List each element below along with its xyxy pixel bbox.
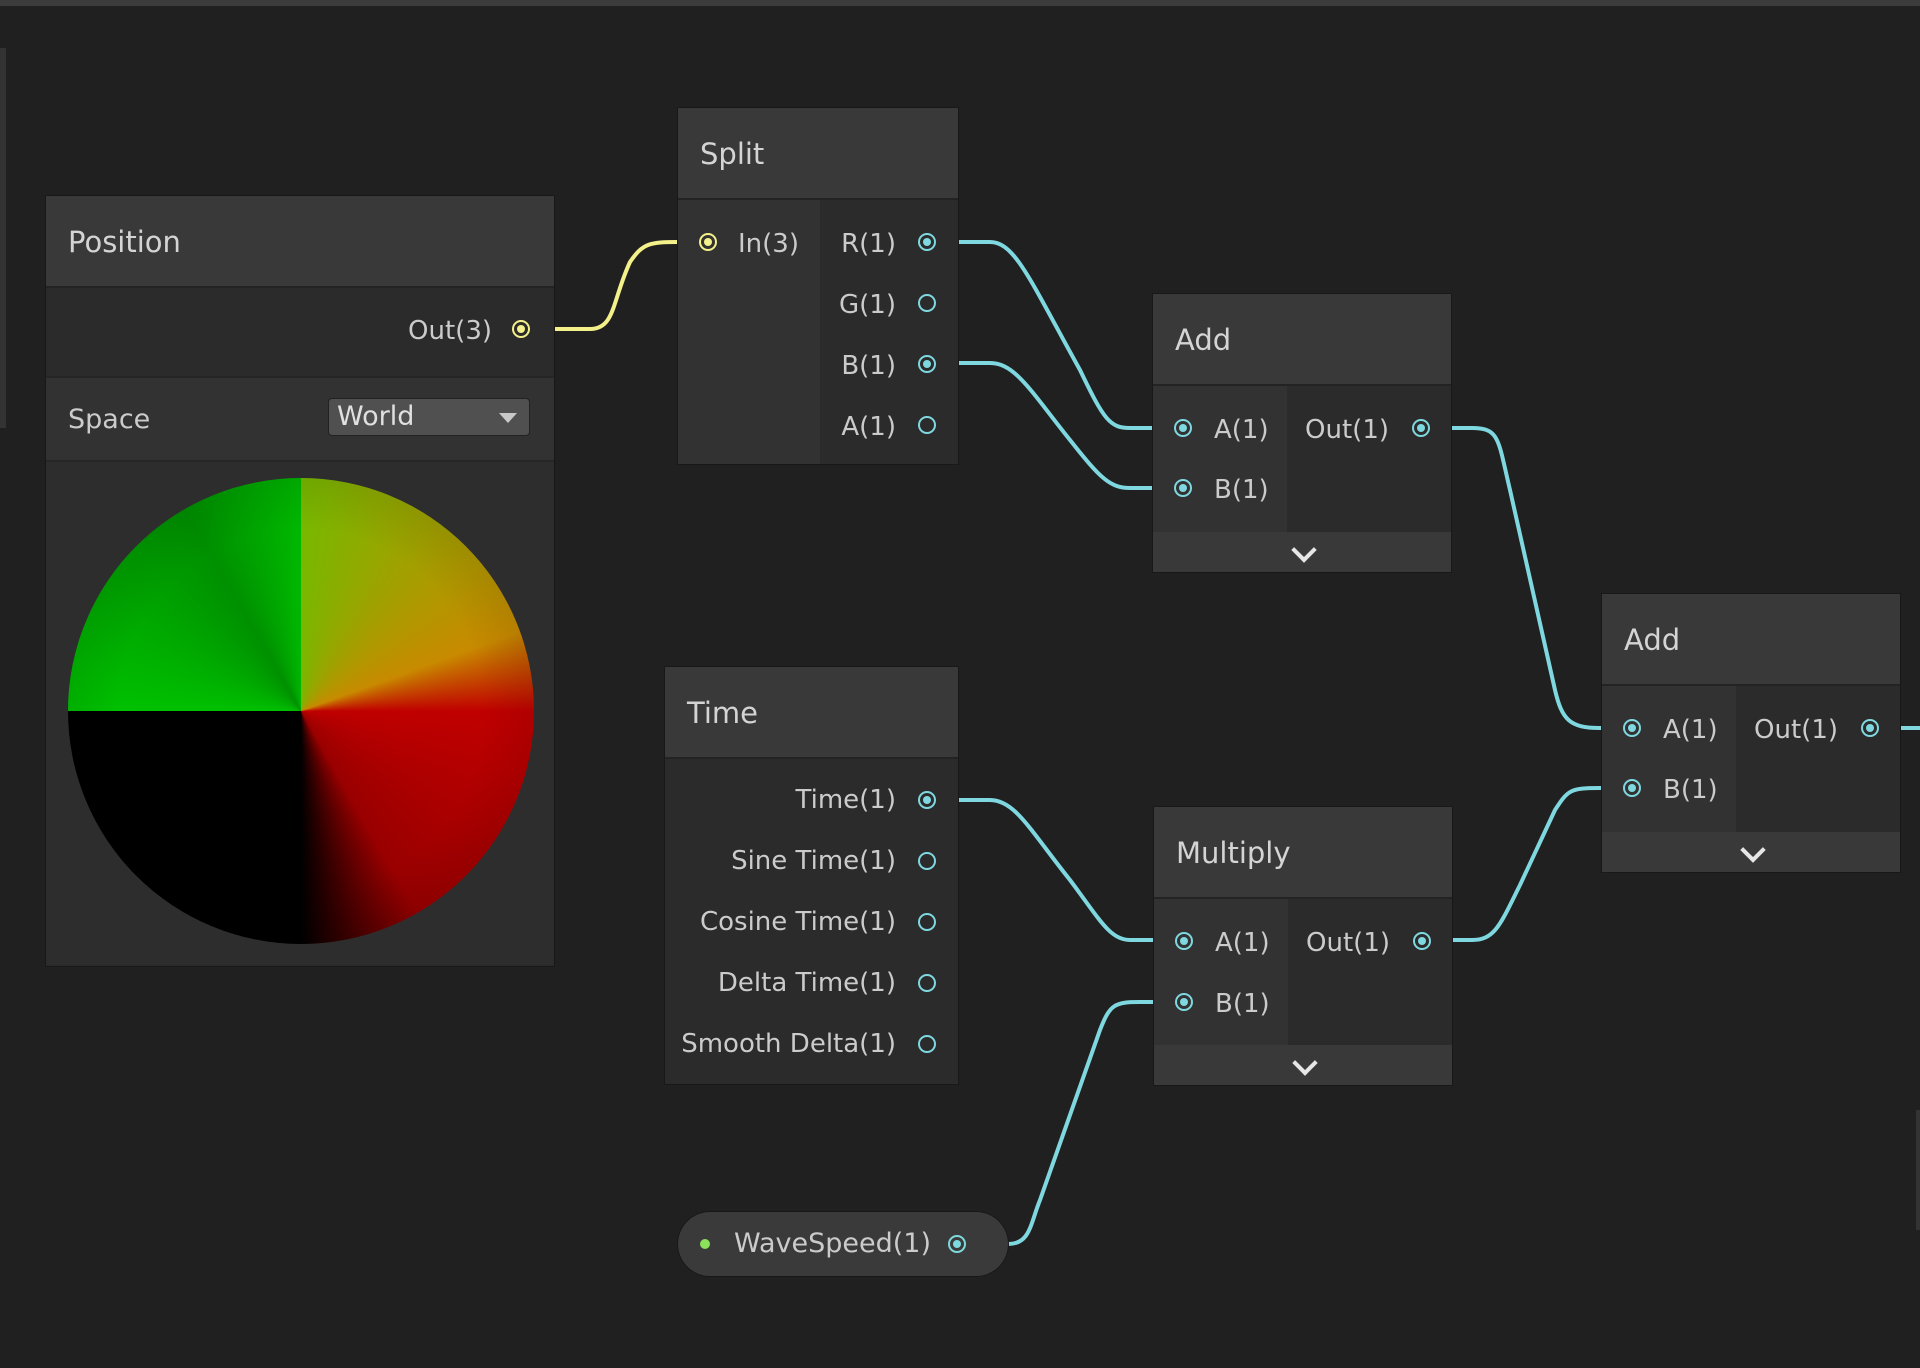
right-panel-edge [1916, 1110, 1920, 1230]
node-expand-footer[interactable] [1153, 532, 1451, 572]
output-port-smooth-delta[interactable] [918, 1035, 936, 1053]
input-port-a[interactable] [1623, 719, 1641, 737]
output-port-b[interactable] [918, 355, 936, 373]
chevron-down-icon [1291, 537, 1317, 563]
input-port-label-b: B(1) [1214, 475, 1269, 505]
output-port-label-r: R(1) [841, 229, 896, 259]
input-port-b[interactable] [1175, 993, 1193, 1011]
input-port-label-b: B(1) [1215, 989, 1270, 1019]
input-port-a[interactable] [1174, 419, 1192, 437]
output-port[interactable] [948, 1235, 966, 1253]
property-label: WaveSpeed(1) [734, 1228, 931, 1259]
preview-sphere [68, 478, 534, 944]
input-port-label-a: A(1) [1663, 715, 1718, 745]
output-port-label-delta-time: Delta Time(1) [717, 968, 896, 998]
space-dropdown-value: World [337, 401, 415, 432]
space-row: Space World [46, 376, 554, 462]
left-panel-edge [0, 48, 6, 428]
add-node-1[interactable]: Add A(1) B(1) Out(1) [1153, 294, 1451, 572]
add-node-2[interactable]: Add A(1) B(1) Out(1) [1602, 594, 1900, 872]
node-title: Add [1153, 294, 1451, 386]
input-port-b[interactable] [1623, 779, 1641, 797]
output-port[interactable] [512, 320, 530, 338]
input-port[interactable] [699, 233, 717, 251]
output-port-a[interactable] [918, 416, 936, 434]
node-title: Split [678, 108, 958, 200]
output-port-time[interactable] [918, 791, 936, 809]
split-node[interactable]: Split In(3) R(1) G(1) B(1) A(1) [678, 108, 958, 464]
output-port-r[interactable] [918, 233, 936, 251]
chevron-down-icon [1292, 1050, 1318, 1076]
multiply-node[interactable]: Multiply A(1) B(1) Out(1) [1154, 807, 1452, 1085]
node-title: Position [46, 196, 554, 288]
output-port[interactable] [1861, 719, 1879, 737]
wire-time-to-multiply-a [925, 798, 1185, 942]
node-expand-footer[interactable] [1602, 832, 1900, 872]
output-port-label-time: Time(1) [795, 785, 896, 815]
output-port-g[interactable] [918, 294, 936, 312]
wire-split-r-to-add1-a [925, 240, 1185, 430]
output-port-label-b: B(1) [841, 351, 896, 381]
space-label: Space [68, 404, 151, 435]
input-port-label-b: B(1) [1663, 775, 1718, 805]
output-port-label-cosine-time: Cosine Time(1) [699, 907, 896, 937]
output-port-label: Out(1) [1305, 415, 1389, 445]
output-port[interactable] [1412, 419, 1430, 437]
output-port-label-sine-time: Sine Time(1) [731, 846, 896, 876]
output-port-cosine-time[interactable] [918, 913, 936, 931]
node-title: Time [665, 667, 958, 759]
node-expand-footer[interactable] [1154, 1045, 1452, 1085]
input-column [1154, 899, 1288, 1045]
time-node[interactable]: Time Time(1) Sine Time(1) Cosine Time(1)… [665, 667, 958, 1084]
wire-add1-out-to-add2-a [1420, 426, 1634, 730]
shader-graph-canvas[interactable]: Position Out(3) Space World Split In(3) … [0, 0, 1920, 1368]
output-port[interactable] [1413, 932, 1431, 950]
output-port-label-g: G(1) [839, 290, 896, 320]
wire-multiply-out-to-add2-b [1420, 786, 1634, 942]
node-title: Multiply [1154, 807, 1452, 899]
input-port-label: In(3) [738, 229, 799, 259]
node-title: Add [1602, 594, 1900, 686]
input-column [1602, 686, 1736, 832]
output-port-label-smooth-delta: Smooth Delta(1) [681, 1029, 896, 1059]
input-column [1153, 386, 1287, 532]
wavespeed-property-node[interactable]: WaveSpeed(1) [678, 1212, 1008, 1276]
output-port-delta-time[interactable] [918, 974, 936, 992]
input-port-label-a: A(1) [1214, 415, 1269, 445]
output-port-label: Out(1) [1754, 715, 1838, 745]
output-port-label: Out(3) [408, 316, 492, 346]
exposed-property-dot-icon [700, 1239, 710, 1249]
space-dropdown[interactable]: World [328, 398, 530, 436]
input-port-b[interactable] [1174, 479, 1192, 497]
output-port-label: Out(1) [1306, 928, 1390, 958]
output-port-label-a: A(1) [841, 412, 896, 442]
chevron-down-icon [1740, 837, 1766, 863]
position-node[interactable]: Position Out(3) Space World [46, 196, 554, 966]
wire-split-b-to-add1-b [925, 361, 1185, 490]
input-port-a[interactable] [1175, 932, 1193, 950]
node-preview-area [46, 462, 554, 964]
output-port-sine-time[interactable] [918, 852, 936, 870]
top-toolbar-edge [0, 0, 1920, 6]
dropdown-arrow-icon [499, 413, 517, 423]
input-port-label-a: A(1) [1215, 928, 1270, 958]
